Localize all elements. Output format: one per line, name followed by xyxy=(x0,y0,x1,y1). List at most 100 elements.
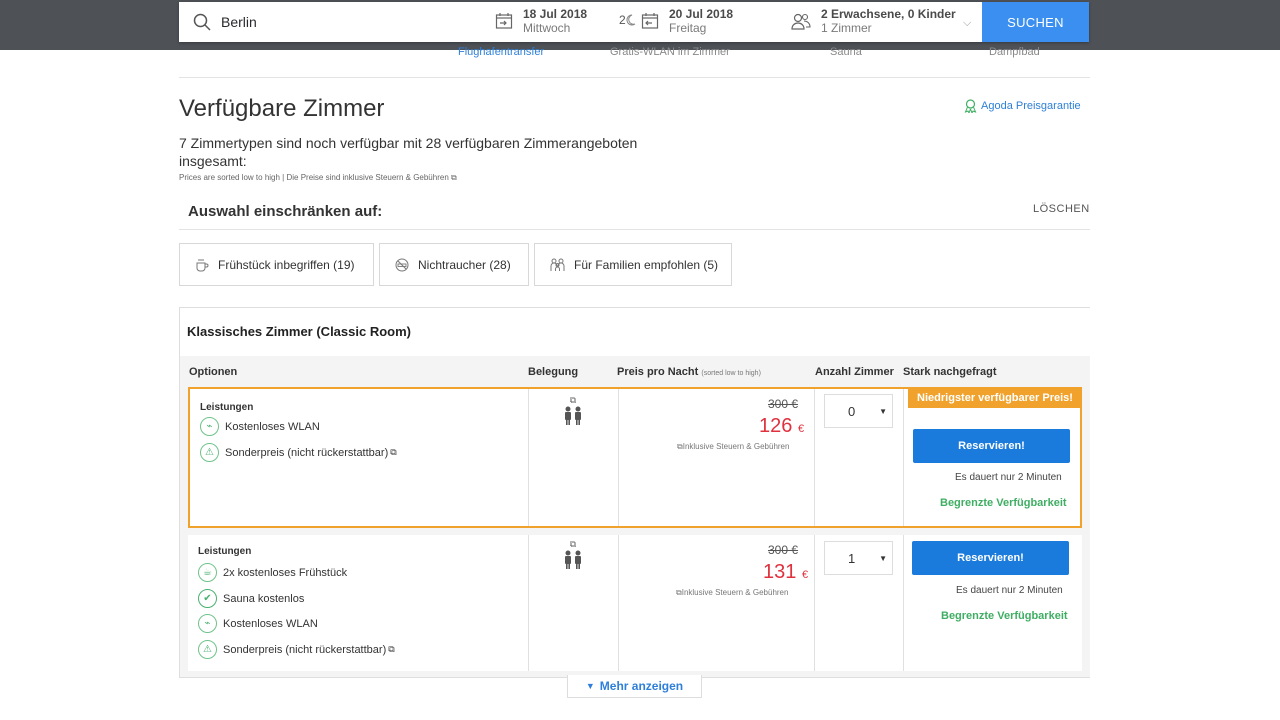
room-quantity-select[interactable]: 0 ▼ xyxy=(824,394,893,428)
benefits-heading: Leistungen xyxy=(200,402,254,413)
column-demand: Stark nachgefragt xyxy=(903,366,997,378)
filter-chip-breakfast[interactable]: Frühstück inbegriffen (19) xyxy=(179,243,374,286)
rooms-value: 1 Zimmer xyxy=(821,21,872,35)
limited-availability: Begrenzte Verfügbarkeit xyxy=(940,497,1067,509)
info-icon[interactable]: ⧉ xyxy=(388,644,394,655)
feature-item: ✔ Sauna kostenlos xyxy=(198,589,304,608)
occupancy-indicator: ⧉ xyxy=(563,539,583,575)
column-divider xyxy=(528,535,529,671)
original-price: 300 € xyxy=(768,543,799,557)
two-adults-icon xyxy=(565,406,581,425)
filter-chip-label: Für Familien empfohlen (5) xyxy=(574,257,719,272)
breakfast-icon: ☕ xyxy=(198,563,217,582)
filter-title: Auswahl einschränken auf: xyxy=(188,203,383,220)
reserve-button[interactable]: Reservieren! xyxy=(912,541,1069,575)
feature-item: ⌁ Kostenloses WLAN xyxy=(198,614,318,633)
filter-chip-label: Frühstück inbegriffen (19) xyxy=(218,257,355,272)
destination-field[interactable]: Berlin xyxy=(179,2,479,42)
current-price: 126 € xyxy=(759,415,804,438)
family-icon xyxy=(550,258,565,271)
column-options: Optionen xyxy=(189,366,238,378)
info-icon[interactable]: ⧉ xyxy=(563,539,583,550)
amenity-sauna: Sauna xyxy=(830,46,862,58)
feature-item: ⚠ Sonderpreis (nicht rückerstattbar) ⧉ xyxy=(198,640,395,659)
warning-icon: ⚠ xyxy=(198,640,217,659)
limited-availability: Begrenzte Verfügbarkeit xyxy=(941,610,1068,622)
two-adults-icon xyxy=(565,550,581,569)
column-quantity: Anzahl Zimmer xyxy=(815,366,894,378)
checkmark-icon: ✔ xyxy=(198,589,217,608)
wifi-icon: ⌁ xyxy=(198,614,217,633)
tax-note: ⧉Inklusive Steuern & Gebühren xyxy=(677,442,789,452)
tax-note-label: Inklusive Steuern & Gebühren xyxy=(682,442,790,451)
original-price: 300 € xyxy=(768,397,799,411)
checkin-date: 18 Jul 2018 xyxy=(523,7,588,21)
room-card: Klassisches Zimmer (Classic Room) Option… xyxy=(179,307,1091,678)
room-offer: Leistungen ⌁ Kostenloses WLAN ⚠ Sonderpr… xyxy=(188,387,1082,528)
filter-chip-non-smoking[interactable]: Nichtraucher (28) xyxy=(379,243,529,286)
clear-filters-button[interactable]: LÖSCHEN xyxy=(1033,203,1090,215)
divider xyxy=(179,77,1090,78)
search-bar: Berlin 18 Jul 2018 Mittwoch 2 20 Jul 201… xyxy=(179,2,1089,42)
feature-item: ⌁ Kostenloses WLAN xyxy=(200,417,320,436)
price-guarantee-link[interactable]: Agoda Preisgarantie xyxy=(964,99,1081,113)
column-divider xyxy=(814,389,815,526)
current-price: 131 € xyxy=(763,561,808,584)
checkin-day: Mittwoch xyxy=(523,21,571,35)
show-more-button[interactable]: ▼ Mehr anzeigen xyxy=(567,675,702,698)
column-price-note: (sorted low to high) xyxy=(701,370,761,377)
warning-icon: ⚠ xyxy=(200,443,219,462)
reserve-button[interactable]: Reservieren! xyxy=(913,429,1070,463)
coffee-icon xyxy=(196,258,209,271)
info-icon[interactable]: ⧉ xyxy=(390,447,396,458)
search-icon xyxy=(193,13,211,31)
calendar-checkout-icon xyxy=(641,13,659,29)
info-icon[interactable]: ⧉ xyxy=(451,173,457,182)
wifi-icon: ⌁ xyxy=(200,417,219,436)
triangle-down-icon: ▼ xyxy=(585,681,595,691)
feature-label: 2x kostenloses Frühstück xyxy=(223,566,348,579)
room-quantity-select[interactable]: 1 ▼ xyxy=(824,541,893,575)
tax-note-label: Inklusive Steuern & Gebühren xyxy=(681,588,789,597)
page-title: Verfügbare Zimmer xyxy=(179,95,385,122)
room-header: Klassisches Zimmer (Classic Room) xyxy=(180,308,1091,356)
price-amount: 131 xyxy=(763,561,797,583)
ribbon-icon xyxy=(964,99,977,113)
column-divider xyxy=(618,389,619,526)
room-offer: Leistungen ☕ 2x kostenloses Frühstück ✔ … xyxy=(188,535,1082,671)
divider xyxy=(179,229,1090,230)
feature-item: ⚠ Sonderpreis (nicht rückerstattbar) ⧉ xyxy=(200,443,397,462)
availability-summary: 7 Zimmertypen sind noch verfügbar mit 28… xyxy=(179,135,638,169)
sort-note: Prices are sorted low to high | Die Prei… xyxy=(179,173,457,183)
column-divider xyxy=(903,389,904,526)
checkout-day: Freitag xyxy=(669,21,707,35)
column-divider xyxy=(618,535,619,671)
column-divider xyxy=(814,535,815,671)
checkin-field[interactable]: 18 Jul 2018 Mittwoch xyxy=(495,7,587,35)
price-guarantee-label: Agoda Preisgarantie xyxy=(981,100,1081,112)
feature-label: Sonderpreis (nicht rückerstattbar) xyxy=(225,446,389,459)
feature-label: Kostenloses WLAN xyxy=(225,420,320,433)
show-more-label: Mehr anzeigen xyxy=(599,679,684,693)
column-occupancy: Belegung xyxy=(528,366,579,378)
feature-label: Sonderpreis (nicht rückerstattbar) xyxy=(223,643,387,656)
room-quantity-value: 0 xyxy=(848,403,856,419)
amenity-airport-transfer[interactable]: Flughafentransfer xyxy=(458,46,544,58)
guests-field[interactable]: 2 Erwachsene, 0 Kinder 1 Zimmer ⌵ xyxy=(791,7,971,35)
sort-note-text: Prices are sorted low to high | Die Prei… xyxy=(179,173,449,182)
header-bar: Berlin 18 Jul 2018 Mittwoch 2 20 Jul 201… xyxy=(0,0,1280,50)
guests-value: 2 Erwachsene, 0 Kinder xyxy=(821,7,956,21)
info-icon[interactable]: ⧉ xyxy=(563,395,583,406)
column-divider xyxy=(528,389,529,526)
dropdown-arrow-icon: ▼ xyxy=(879,554,887,563)
chevron-down-icon: ⌵ xyxy=(963,17,972,29)
price-currency: € xyxy=(797,423,805,435)
filter-chip-families[interactable]: Für Familien empfohlen (5) xyxy=(534,243,732,286)
nights-indicator: 2 xyxy=(619,13,636,27)
tax-note: ⧉Inklusive Steuern & Gebühren xyxy=(676,588,788,598)
price-currency: € xyxy=(801,569,809,581)
feature-label: Kostenloses WLAN xyxy=(223,617,318,630)
checkout-field[interactable]: 20 Jul 2018 Freitag xyxy=(641,7,733,35)
search-button[interactable]: SUCHEN xyxy=(982,2,1089,42)
calendar-checkin-icon xyxy=(495,13,513,29)
